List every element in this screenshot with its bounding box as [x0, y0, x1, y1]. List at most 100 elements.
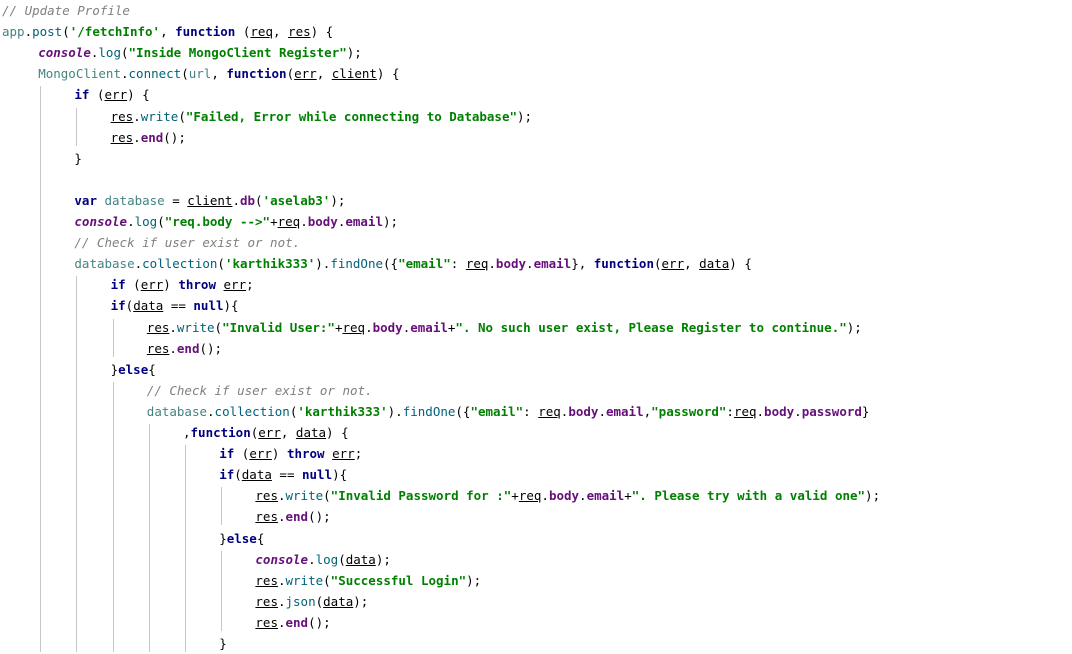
code-line: }else{ [111, 359, 156, 380]
punctuation-token: , [280, 425, 296, 440]
punctuation-token: ( [234, 467, 242, 483]
punctuation-token: ) [163, 277, 179, 293]
code-line: }else{ [219, 528, 264, 549]
parameter-token: req [518, 488, 542, 504]
member-token: body [568, 403, 599, 419]
function-token: findOne [330, 256, 383, 272]
punctuation-token: . [207, 403, 215, 419]
code-line: } [74, 148, 82, 169]
punctuation-token: . [133, 129, 141, 145]
string-token: 'karthik333' [297, 403, 388, 419]
member-token: end [285, 614, 309, 630]
punctuation-token: = [164, 192, 188, 208]
indent-guide [112, 318, 114, 357]
identifier-token: app [2, 24, 25, 40]
punctuation-token: . [24, 24, 33, 40]
function-token: log [98, 45, 121, 61]
punctuation-token: ); [375, 551, 391, 567]
code-line: app.post('/fetchInfo', function (req, re… [2, 21, 333, 42]
punctuation-token: , [160, 24, 176, 40]
punctuation-token: + [270, 214, 278, 229]
parameter-token: res [255, 488, 278, 504]
code-line: // Check if user exist or not. [147, 380, 373, 401]
string-token: "email" [398, 256, 451, 272]
punctuation-token: : [450, 256, 466, 272]
punctuation-token: : [523, 403, 539, 419]
function-token: log [315, 551, 339, 567]
function-token: write [285, 572, 324, 588]
function-token: write [140, 108, 179, 124]
punctuation-token: + [511, 488, 519, 504]
punctuation-token: ; [354, 446, 363, 462]
parameter-token: err [661, 256, 685, 272]
punctuation-token: . [488, 256, 496, 272]
parameter-token: res [146, 319, 170, 335]
parameter-token: data [323, 593, 354, 609]
code-line: if(data == null){ [219, 464, 347, 485]
punctuation-token: ( [181, 66, 189, 82]
punctuation-token: ( [315, 593, 324, 609]
code-line: database.collection('karthik333').findOn… [147, 401, 870, 422]
parameter-token: err [332, 446, 355, 462]
parameter-token: err [294, 66, 317, 82]
member-token: body [372, 319, 403, 335]
punctuation-token: . [134, 256, 143, 272]
function-token: json [285, 593, 316, 609]
identifier-token: database [146, 403, 208, 419]
punctuation-token: ( [235, 24, 251, 40]
code-line: res.write("Invalid User:"+req.body.email… [147, 317, 862, 338]
punctuation-token: ({ [455, 403, 471, 419]
function-token: collection [214, 403, 290, 419]
indent-guide [76, 107, 78, 146]
code-editor[interactable]: // Update Profile app.post('/fetchInfo', … [0, 0, 1072, 654]
parameter-token: data [295, 425, 327, 440]
punctuation-token: . [300, 214, 308, 229]
code-line: if (err) throw err; [219, 443, 362, 464]
indent-guide [185, 445, 186, 653]
punctuation-token: ); [383, 214, 399, 229]
function-token: findOne [402, 403, 456, 419]
punctuation-token: ( [157, 214, 165, 229]
code-line: res.end(); [255, 612, 330, 633]
identifier-token: database [74, 256, 135, 272]
punctuation-token: } [861, 403, 870, 419]
indent-guide [112, 381, 114, 653]
string-token: "Invalid User:" [222, 319, 335, 335]
parameter-token: client [187, 192, 233, 208]
member-token: email [605, 403, 644, 419]
punctuation-token: . [541, 488, 549, 504]
parameter-token: err [258, 425, 281, 440]
code-line: MongoClient.connect(url, function(err, c… [38, 63, 399, 84]
code-line: res.write("Failed, Error while connectin… [111, 106, 532, 127]
punctuation-token: ); [346, 45, 362, 61]
string-token: 'aselab3' [262, 192, 331, 208]
punctuation-token: . [365, 319, 373, 335]
punctuation-token: . [277, 614, 286, 630]
punctuation-token: } [219, 530, 227, 546]
parameter-token: data [241, 467, 272, 483]
member-token: end [285, 509, 309, 525]
punctuation-token: , [272, 24, 289, 40]
member-token: email [533, 256, 572, 272]
punctuation-token: . [526, 256, 534, 272]
code-line: if (err) { [74, 84, 149, 105]
builtin-token: console [74, 214, 128, 229]
punctuation-token: : [726, 403, 734, 419]
punctuation-token: . [277, 488, 286, 504]
identifier-token: database [104, 192, 165, 208]
code-line: res.write("Invalid Password for :"+req.b… [255, 485, 880, 506]
indent-guide [148, 424, 150, 653]
punctuation-token: { [256, 530, 265, 546]
code-line: res.end(); [111, 127, 186, 148]
parameter-token: req [250, 24, 273, 40]
punctuation-token: . [127, 214, 135, 229]
parameter-token: data [699, 256, 730, 272]
code-line: ,function(err, data) { [183, 422, 349, 443]
punctuation-token: (); [199, 340, 223, 356]
code-line: console.log("req.body -->"+req.body.emai… [74, 211, 398, 232]
string-token: "req.body -->" [164, 214, 271, 229]
string-token: '/fetchInfo' [69, 24, 161, 40]
punctuation-token: + [334, 319, 343, 335]
punctuation-token: } [110, 361, 119, 377]
